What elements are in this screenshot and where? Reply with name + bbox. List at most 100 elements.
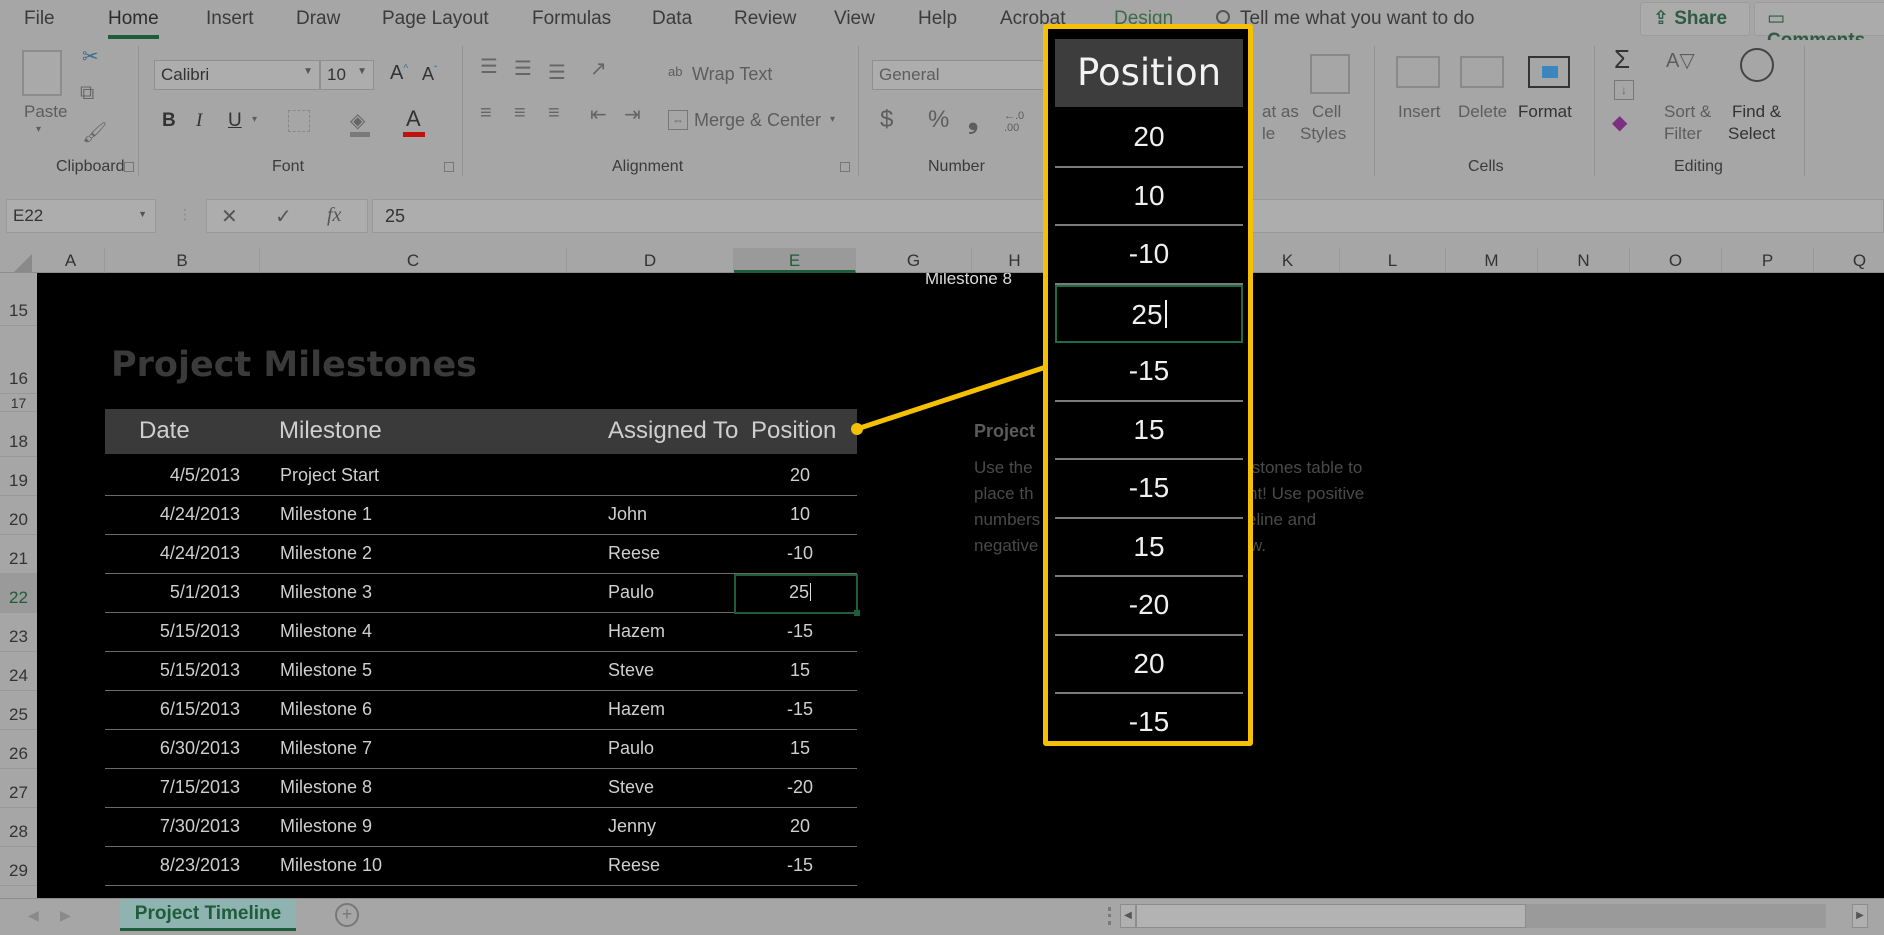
column-header-a[interactable]: A bbox=[37, 248, 105, 273]
cut-icon[interactable]: ✂ bbox=[82, 44, 99, 69]
align-center-icon[interactable]: ≡ bbox=[514, 102, 526, 125]
row-header-25[interactable]: 25 bbox=[0, 691, 37, 730]
tab-page-layout[interactable]: Page Layout bbox=[382, 8, 489, 30]
share-button[interactable]: ⇪ Share bbox=[1640, 2, 1750, 36]
font-launcher-icon[interactable] bbox=[444, 162, 454, 172]
selected-cell-e22[interactable] bbox=[734, 574, 860, 616]
column-header-b[interactable]: B bbox=[105, 248, 260, 273]
cell-milestone[interactable]: Milestone 9 bbox=[280, 816, 372, 837]
row-header-17[interactable]: 17 bbox=[0, 394, 37, 412]
row-header-18[interactable]: 18 bbox=[0, 412, 37, 457]
cell-date[interactable]: 6/30/2013 bbox=[105, 738, 240, 759]
cell-position[interactable]: 15 bbox=[765, 738, 835, 759]
clear-eraser-icon[interactable]: ◆ bbox=[1612, 110, 1627, 135]
cell-position[interactable]: -20 bbox=[765, 777, 835, 798]
cell-milestone[interactable]: Milestone 4 bbox=[280, 621, 372, 642]
cell-date[interactable]: 5/1/2013 bbox=[105, 582, 240, 603]
select-all-icon[interactable] bbox=[14, 254, 32, 272]
cell-assigned-to[interactable]: Steve bbox=[608, 660, 654, 681]
row-header-24[interactable]: 24 bbox=[0, 652, 37, 691]
insert-cells-icon[interactable] bbox=[1396, 56, 1440, 88]
next-sheet-icon[interactable]: ▶ bbox=[60, 907, 71, 924]
delete-label[interactable]: Delete bbox=[1458, 102, 1507, 122]
find-select-label[interactable]: Find & bbox=[1732, 102, 1781, 122]
worksheet-grid[interactable]: Milestone 8 Project Milestones Date Mile… bbox=[37, 273, 1884, 898]
insert-function-icon[interactable]: fx bbox=[327, 204, 341, 227]
column-header-e[interactable]: E bbox=[734, 248, 856, 273]
prev-sheet-icon[interactable]: ◀ bbox=[28, 907, 39, 924]
format-cells-icon[interactable] bbox=[1528, 56, 1570, 88]
alignment-launcher-icon[interactable] bbox=[840, 162, 850, 172]
cell-position[interactable]: 20 bbox=[765, 465, 835, 486]
cell-milestone[interactable]: Milestone 10 bbox=[280, 855, 382, 876]
cell-date[interactable]: 7/30/2013 bbox=[105, 816, 240, 837]
align-bottom-icon[interactable]: ☰ bbox=[548, 60, 566, 85]
cell-date[interactable]: 8/23/2013 bbox=[105, 855, 240, 876]
cell-milestone[interactable]: Milestone 8 bbox=[280, 777, 372, 798]
cell-milestone[interactable]: Milestone 3 bbox=[280, 582, 372, 603]
enter-check-icon[interactable]: ✓ bbox=[275, 204, 292, 229]
font-size-select[interactable]: 10 ▼ bbox=[320, 60, 374, 90]
cell-date[interactable]: 5/15/2013 bbox=[105, 660, 240, 681]
column-header-q[interactable]: Q bbox=[1814, 248, 1884, 273]
cell-position[interactable]: -15 bbox=[765, 621, 835, 642]
cell-date[interactable]: 5/15/2013 bbox=[105, 621, 240, 642]
scroll-left-button[interactable]: ◀ bbox=[1120, 904, 1136, 928]
add-sheet-button[interactable]: + bbox=[335, 903, 359, 927]
cell-styles-label[interactable]: Cell bbox=[1312, 102, 1341, 122]
comma-button[interactable]: ❟ bbox=[968, 104, 978, 136]
clipboard-launcher-icon[interactable] bbox=[124, 162, 134, 172]
tab-view[interactable]: View bbox=[834, 8, 875, 30]
row-header-15[interactable]: 15 bbox=[0, 273, 37, 326]
cell-milestone[interactable]: Milestone 6 bbox=[280, 699, 372, 720]
cell-date[interactable]: 6/15/2013 bbox=[105, 699, 240, 720]
cell-styles-icon[interactable] bbox=[1310, 54, 1350, 94]
cell-milestone[interactable]: Project Start bbox=[280, 465, 379, 486]
cell-position[interactable]: 10 bbox=[765, 504, 835, 525]
cell-position[interactable]: 20 bbox=[765, 816, 835, 837]
delete-cells-icon[interactable] bbox=[1460, 56, 1504, 88]
tab-home[interactable]: Home bbox=[108, 8, 159, 39]
header-assigned-to[interactable]: Assigned To bbox=[608, 417, 738, 445]
insert-label[interactable]: Insert bbox=[1398, 102, 1441, 122]
horizontal-scrollbar[interactable] bbox=[1136, 904, 1826, 928]
percent-button[interactable]: % bbox=[928, 106, 949, 134]
cancel-icon[interactable]: ✕ bbox=[221, 204, 238, 229]
sort-filter-label[interactable]: Sort & bbox=[1664, 102, 1711, 122]
column-header-o[interactable]: O bbox=[1630, 248, 1722, 273]
increase-decimal-icon[interactable]: ←.0.00 bbox=[1004, 110, 1024, 134]
align-left-icon[interactable]: ≡ bbox=[480, 102, 492, 125]
row-header-28[interactable]: 28 bbox=[0, 808, 37, 847]
tab-insert[interactable]: Insert bbox=[206, 8, 254, 30]
cell-milestone[interactable]: Milestone 1 bbox=[280, 504, 372, 525]
cell-assigned-to[interactable]: Hazem bbox=[608, 621, 665, 642]
cell-date[interactable]: 7/15/2013 bbox=[105, 777, 240, 798]
orientation-icon[interactable]: ↗ bbox=[590, 56, 607, 81]
cell-position[interactable]: -15 bbox=[765, 855, 835, 876]
italic-button[interactable]: I bbox=[196, 110, 202, 132]
increase-font-icon[interactable]: A^ bbox=[390, 62, 408, 85]
format-label[interactable]: Format bbox=[1518, 102, 1572, 122]
row-header-19[interactable]: 19 bbox=[0, 457, 37, 496]
cell-position[interactable]: -10 bbox=[765, 543, 835, 564]
scroll-right-button[interactable]: ▶ bbox=[1852, 904, 1868, 928]
row-header-16[interactable]: 16 bbox=[0, 326, 37, 394]
font-name-select[interactable]: Calibri ▼ bbox=[154, 60, 320, 90]
cell-assigned-to[interactable]: Reese bbox=[608, 543, 660, 564]
underline-dropdown-icon[interactable]: ▾ bbox=[252, 114, 257, 125]
scroll-split-handle[interactable] bbox=[1108, 907, 1112, 925]
cell-milestone[interactable]: Milestone 7 bbox=[280, 738, 372, 759]
copy-icon[interactable]: ⧉ bbox=[80, 82, 94, 105]
cell-milestone[interactable]: Milestone 2 bbox=[280, 543, 372, 564]
row-header-26[interactable]: 26 bbox=[0, 730, 37, 769]
tab-help[interactable]: Help bbox=[918, 8, 957, 30]
header-milestone[interactable]: Milestone bbox=[279, 417, 382, 445]
number-format-select[interactable]: General bbox=[872, 60, 1048, 90]
header-date[interactable]: Date bbox=[139, 417, 190, 445]
cell-date[interactable]: 4/5/2013 bbox=[105, 465, 240, 486]
increase-indent-icon[interactable]: ⇥ bbox=[624, 102, 641, 127]
cell-assigned-to[interactable]: John bbox=[608, 504, 647, 525]
font-color-icon[interactable]: A bbox=[406, 106, 421, 132]
cell-assigned-to[interactable]: Hazem bbox=[608, 699, 665, 720]
tab-draw[interactable]: Draw bbox=[296, 8, 340, 30]
